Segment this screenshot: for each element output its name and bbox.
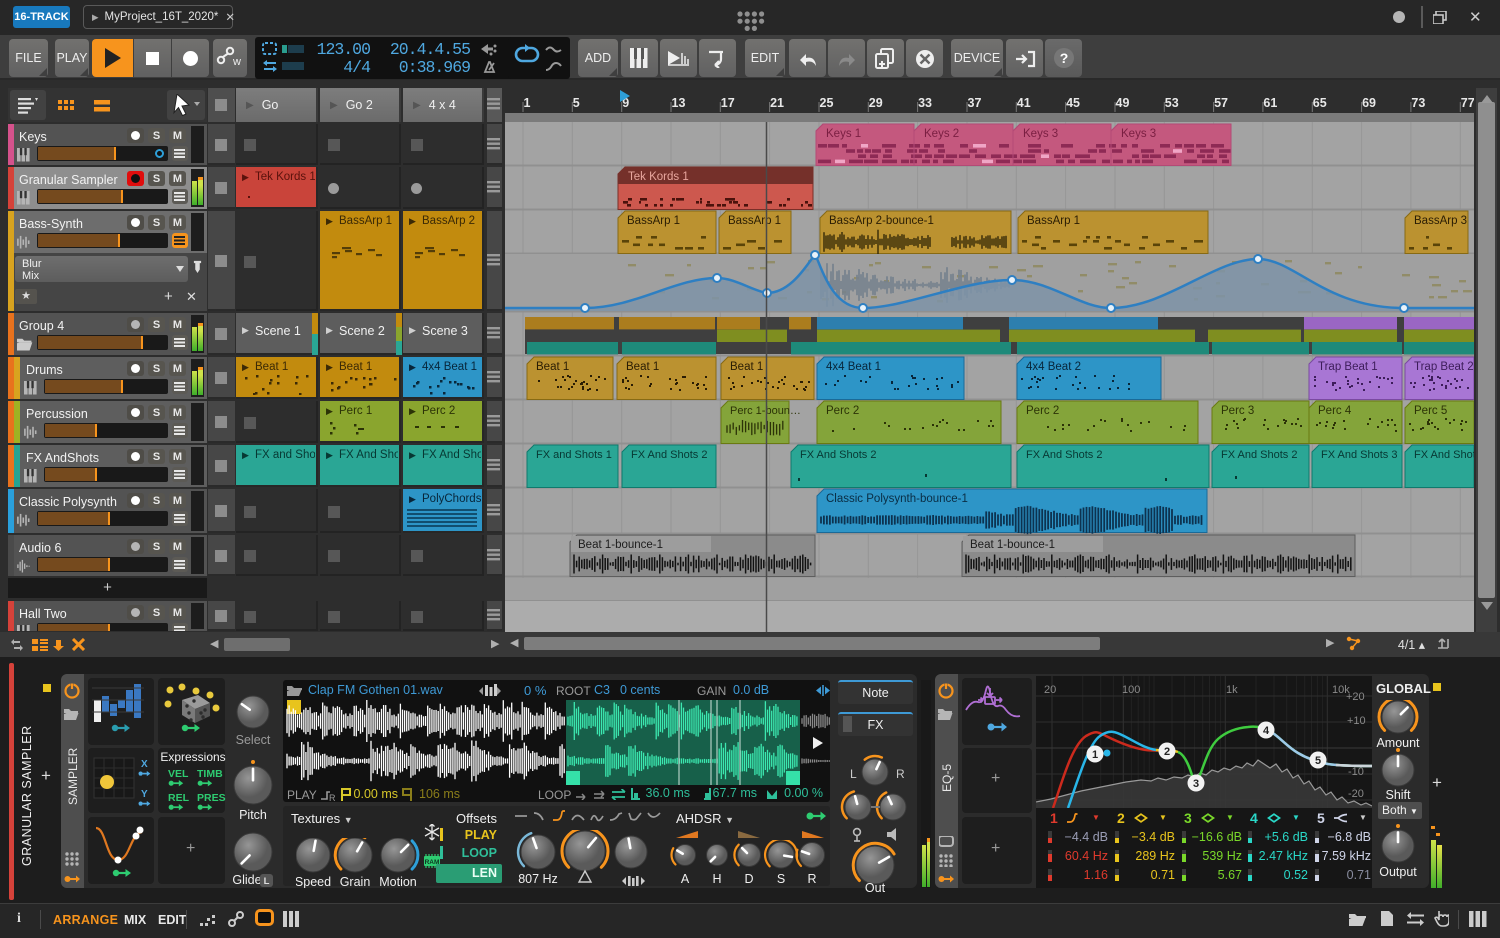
svg-text:21: 21	[770, 96, 784, 110]
svg-text:Out: Out	[865, 881, 886, 892]
svg-text:S: S	[777, 872, 785, 886]
svg-text:45: 45	[1066, 96, 1080, 110]
svg-text:BassArp 1: BassArp 1	[627, 215, 680, 227]
svg-text:X: X	[141, 759, 148, 770]
svg-text:BassArp 2-bounce-1: BassArp 2-bounce-1	[829, 215, 934, 227]
svg-text:Amount: Amount	[1376, 736, 1420, 750]
svg-text:?: ?	[1060, 50, 1069, 66]
svg-text:61: 61	[1263, 96, 1277, 110]
svg-text:Classic Polysynth-bounce-1: Classic Polysynth-bounce-1	[826, 493, 968, 505]
svg-text:FX And Shots 2: FX And Shots 2	[631, 449, 707, 461]
svg-text:Pitch: Pitch	[239, 808, 267, 822]
svg-text:Perc 2: Perc 2	[826, 405, 859, 417]
svg-text:Trap Beat 2: Trap Beat 2	[1414, 361, 1474, 373]
svg-text:53: 53	[1165, 96, 1179, 110]
svg-text:69: 69	[1362, 96, 1376, 110]
svg-text:BassArp 1: BassArp 1	[728, 215, 781, 227]
svg-text:Expressions: Expressions	[160, 750, 225, 764]
svg-text:Y: Y	[141, 789, 148, 800]
svg-text:Tek Kords 1: Tek Kords 1	[628, 171, 689, 183]
svg-text:REL: REL	[168, 792, 190, 804]
svg-text:-10: -10	[1348, 766, 1364, 778]
svg-text:1: 1	[1092, 749, 1098, 761]
svg-text:Output: Output	[1379, 865, 1417, 879]
svg-text:Speed: Speed	[296, 875, 331, 888]
svg-text:4x4 Beat 2: 4x4 Beat 2	[1026, 361, 1081, 373]
svg-text:Keys 2: Keys 2	[924, 128, 959, 140]
svg-text:VEL: VEL	[168, 768, 189, 780]
svg-text:Trap Beat 1: Trap Beat 1	[1318, 361, 1378, 373]
svg-text:65: 65	[1313, 96, 1327, 110]
svg-text:TIMB: TIMB	[197, 768, 223, 780]
svg-text:3: 3	[1193, 778, 1199, 790]
svg-text:807 Hz: 807 Hz	[518, 872, 558, 886]
svg-text:BassArp 3: BassArp 3	[1414, 215, 1467, 227]
svg-text:R: R	[807, 872, 816, 886]
svg-text:PRES: PRES	[197, 792, 226, 804]
svg-text:L: L	[850, 767, 857, 781]
svg-text:-20: -20	[1348, 788, 1364, 800]
svg-text:5: 5	[573, 96, 580, 110]
svg-text:73: 73	[1411, 96, 1425, 110]
svg-text:FX And Shots 2: FX And Shots 2	[800, 449, 876, 461]
svg-text:R: R	[896, 767, 905, 781]
svg-text:29: 29	[869, 96, 883, 110]
svg-text:Keys 1: Keys 1	[826, 128, 861, 140]
svg-text:17: 17	[721, 96, 735, 110]
svg-text:w: w	[232, 56, 241, 68]
svg-text:5: 5	[1315, 755, 1321, 767]
svg-text:37: 37	[968, 96, 982, 110]
svg-text:A: A	[681, 872, 690, 886]
svg-text:2: 2	[1164, 746, 1170, 758]
svg-text:BassArp 1: BassArp 1	[1027, 215, 1080, 227]
svg-text:77: 77	[1461, 96, 1474, 110]
svg-text:D: D	[744, 872, 753, 886]
svg-text:FX And Shots 2: FX And Shots 2	[1026, 449, 1102, 461]
svg-text:49: 49	[1116, 96, 1130, 110]
svg-text:20: 20	[1044, 684, 1056, 696]
svg-text:Perc 3: Perc 3	[1221, 405, 1254, 417]
svg-text:1: 1	[524, 96, 531, 110]
svg-text:Perc 1-boun…: Perc 1-boun…	[730, 405, 801, 417]
svg-text:Beat 1-bounce-1: Beat 1-bounce-1	[578, 539, 663, 551]
svg-text:Shift: Shift	[1385, 788, 1411, 802]
svg-text:Glide: Glide	[232, 873, 261, 887]
svg-text:4x4 Beat 1: 4x4 Beat 1	[826, 361, 881, 373]
svg-text:Keys 3: Keys 3	[1121, 128, 1156, 140]
svg-text:25: 25	[820, 96, 834, 110]
svg-text:Keys 3: Keys 3	[1023, 128, 1058, 140]
svg-text:L: L	[264, 876, 270, 887]
svg-text:Beat 1: Beat 1	[626, 361, 659, 373]
svg-text:Perc 2: Perc 2	[1026, 405, 1059, 417]
svg-text:57: 57	[1214, 96, 1228, 110]
svg-text:+10: +10	[1347, 715, 1366, 727]
svg-text:13: 13	[672, 96, 686, 110]
svg-text:33: 33	[918, 96, 932, 110]
svg-text:Motion: Motion	[379, 875, 417, 888]
svg-text:Perc 4: Perc 4	[1318, 405, 1352, 417]
svg-text:Grain: Grain	[340, 875, 371, 888]
svg-text:FX and Shots 1: FX and Shots 1	[536, 449, 612, 461]
svg-text:+20: +20	[1346, 691, 1365, 703]
svg-text:H: H	[712, 872, 721, 886]
svg-text:FX And Shots 2: FX And Shots 2	[1221, 449, 1297, 461]
svg-text:Perc 5: Perc 5	[1414, 405, 1447, 417]
svg-text:R: R	[329, 793, 336, 801]
svg-text:41: 41	[1017, 96, 1031, 110]
svg-text:Beat 1: Beat 1	[536, 361, 569, 373]
svg-text:4: 4	[1263, 725, 1270, 737]
svg-text:100: 100	[1122, 684, 1140, 696]
svg-text:Select: Select	[236, 733, 271, 747]
svg-text:Beat 1-bounce-1: Beat 1-bounce-1	[970, 539, 1055, 551]
svg-text:FX And Shots: FX And Shots	[1414, 449, 1474, 461]
svg-text:1k: 1k	[1226, 684, 1238, 696]
svg-text:FX And Shots 3: FX And Shots 3	[1321, 449, 1397, 461]
svg-text:Beat 1: Beat 1	[730, 361, 763, 373]
